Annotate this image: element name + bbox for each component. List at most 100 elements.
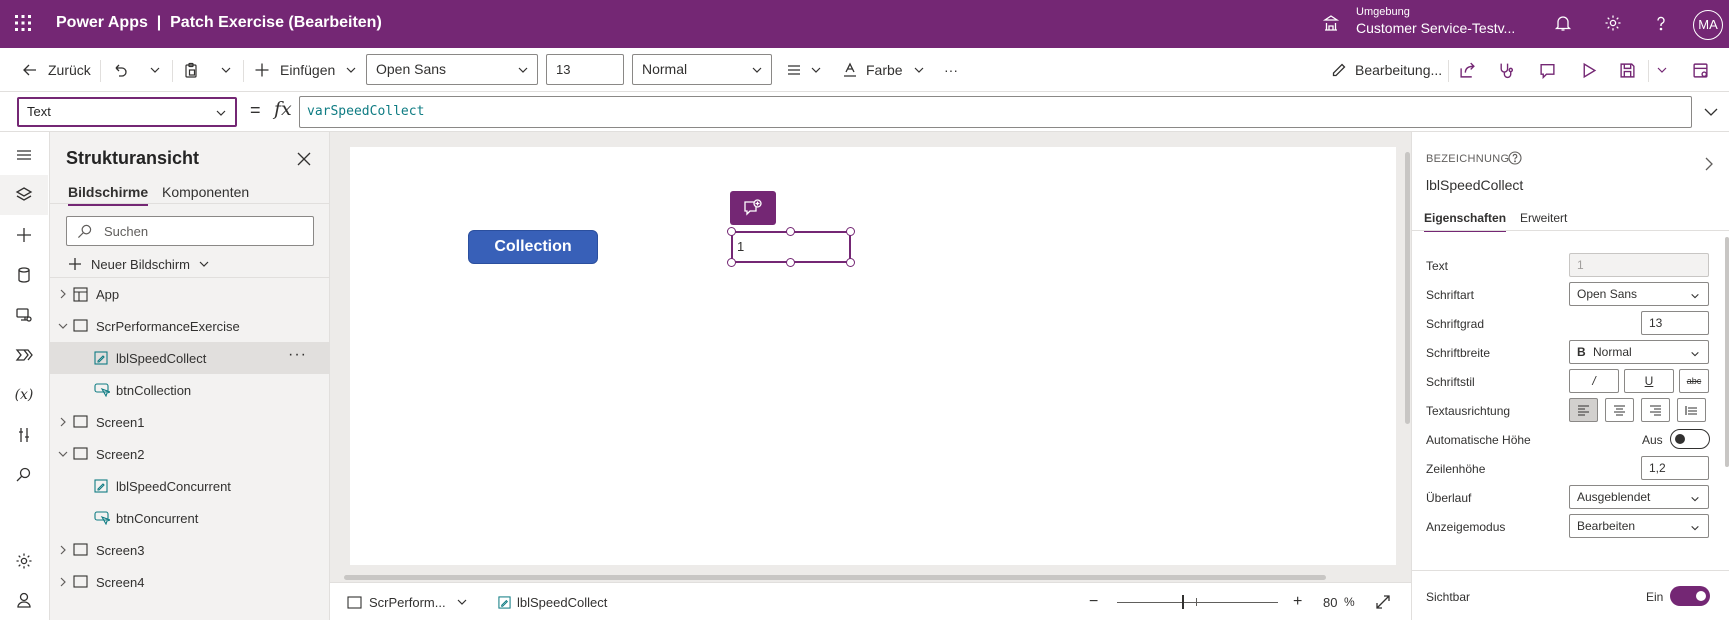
font-size-property-field[interactable]: 13 (1641, 311, 1709, 335)
tree-node-screen[interactable]: ScrPerformanceExercise (50, 310, 330, 342)
power-automate-icon[interactable] (0, 335, 48, 375)
italic-toggle[interactable]: / (1569, 369, 1619, 393)
align-justify-button[interactable] (1677, 398, 1706, 422)
chevron-right-icon[interactable] (58, 577, 68, 587)
control-breadcrumb[interactable]: lblSpeedCollect (498, 583, 607, 620)
share-button[interactable] (1459, 48, 1476, 92)
virtual-agent-icon[interactable] (0, 580, 48, 620)
strikethrough-toggle[interactable]: abc (1679, 369, 1709, 393)
font-weight-dropdown[interactable]: Normal (632, 54, 772, 85)
chevron-right-icon[interactable] (58, 289, 68, 299)
chevron-down-icon[interactable] (58, 321, 68, 331)
tree-node-app[interactable]: App (50, 278, 330, 310)
chevron-right-icon[interactable] (58, 417, 68, 427)
resize-handle[interactable] (846, 227, 855, 236)
save-dropdown[interactable] (1656, 48, 1668, 92)
line-height-property-field[interactable]: 1,2 (1641, 456, 1709, 480)
font-property-dropdown[interactable]: Open Sans (1569, 282, 1709, 306)
font-family-dropdown[interactable]: Open Sans (366, 54, 538, 85)
search-icon[interactable] (0, 455, 48, 495)
tree-search-input[interactable]: Suchen (66, 216, 314, 246)
tree-node-screen[interactable]: Screen4 (50, 566, 330, 598)
undo-dropdown[interactable] (149, 48, 161, 92)
align-left-button[interactable] (1569, 398, 1598, 422)
environment-value[interactable]: Customer Service-Testv... (1356, 20, 1515, 36)
insert-button[interactable]: Einfügen (254, 48, 357, 92)
tab-advanced[interactable]: Erweitert (1520, 211, 1567, 225)
media-icon[interactable] (0, 295, 48, 335)
preview-play-button[interactable] (1580, 48, 1597, 92)
align-center-button[interactable] (1605, 398, 1634, 422)
zoom-slider-thumb[interactable] (1182, 595, 1184, 609)
tab-properties[interactable]: Eigenschaften (1424, 211, 1507, 232)
advanced-tools-icon[interactable] (0, 415, 48, 455)
paste-button[interactable] (183, 48, 199, 92)
edit-mode-button[interactable]: Bearbeitung... (1331, 48, 1442, 92)
zoom-in-button[interactable]: + (1293, 583, 1302, 620)
variables-icon[interactable]: (x) (0, 375, 48, 415)
more-options-icon[interactable]: ··· (288, 346, 307, 364)
display-mode-property-dropdown[interactable]: Bearbeiten (1569, 514, 1709, 538)
screen-selector[interactable]: ScrPerform... (347, 583, 468, 620)
comments-button[interactable] (1539, 48, 1556, 92)
tree-node-label-control[interactable]: lblSpeedCollect ··· (50, 342, 330, 374)
fx-icon[interactable]: fx (274, 98, 292, 120)
resize-handle[interactable] (727, 227, 736, 236)
collection-button[interactable]: Collection (468, 230, 598, 264)
add-comment-button[interactable] (730, 191, 776, 225)
text-property-field[interactable]: 1 (1569, 253, 1709, 277)
visible-toggle[interactable] (1670, 586, 1710, 606)
tree-view-layers-icon[interactable] (0, 175, 48, 215)
properties-scrollbar[interactable] (1725, 237, 1729, 467)
more-commands-button[interactable]: ··· (944, 48, 958, 92)
hamburger-menu-icon[interactable] (0, 135, 48, 175)
color-button[interactable]: Farbe (842, 48, 925, 92)
chevron-down-icon[interactable] (58, 449, 68, 459)
insert-plus-icon[interactable] (0, 215, 48, 255)
font-weight-property-dropdown[interactable]: B Normal (1569, 340, 1709, 364)
tree-node-button-control[interactable]: btnConcurrent (50, 502, 330, 534)
align-right-button[interactable] (1641, 398, 1670, 422)
tree-node-screen[interactable]: Screen3 (50, 534, 330, 566)
tree-node-screen[interactable]: Screen2 (50, 438, 330, 470)
user-avatar[interactable]: MA (1693, 10, 1723, 40)
chevron-right-icon[interactable] (58, 545, 68, 555)
control-name[interactable]: lblSpeedCollect (1426, 177, 1523, 193)
close-icon[interactable] (297, 152, 311, 166)
overflow-property-dropdown[interactable]: Ausgeblendet (1569, 485, 1709, 509)
font-size-input[interactable]: 13 (546, 54, 624, 85)
undo-button[interactable] (112, 48, 128, 92)
back-button[interactable]: Zurück (22, 48, 91, 92)
tab-components[interactable]: Komponenten (162, 184, 249, 200)
app-checker-button[interactable] (1498, 48, 1515, 92)
fit-to-window-icon[interactable] (1375, 583, 1391, 620)
new-screen-button[interactable]: Neuer Bildschirm (68, 254, 210, 274)
zoom-out-button[interactable]: − (1089, 583, 1098, 620)
help-circle-icon[interactable] (1508, 151, 1522, 165)
underline-toggle[interactable]: U (1624, 369, 1674, 393)
notifications-bell-icon[interactable] (1554, 14, 1572, 32)
tree-node-screen[interactable]: Screen1 (50, 406, 330, 438)
data-cylinder-icon[interactable] (0, 255, 48, 295)
resize-handle[interactable] (727, 258, 736, 267)
environment-icon[interactable] (1322, 14, 1340, 32)
app-screen-canvas[interactable] (350, 147, 1396, 565)
resize-handle[interactable] (786, 258, 795, 267)
publish-button[interactable] (1692, 48, 1709, 92)
auto-height-toggle[interactable] (1670, 429, 1710, 449)
tree-node-label-control[interactable]: lblSpeedConcurrent (50, 470, 330, 502)
canvas-vertical-scrollbar[interactable] (1405, 152, 1410, 424)
canvas-horizontal-scrollbar[interactable] (344, 575, 1326, 580)
paste-dropdown[interactable] (220, 48, 232, 92)
settings-gear-icon[interactable] (0, 541, 48, 581)
collapse-pane-chevron-icon[interactable] (1703, 157, 1715, 171)
help-question-icon[interactable] (1652, 14, 1670, 32)
formula-input[interactable]: varSpeedCollect (299, 96, 1692, 128)
tree-node-button-control[interactable]: btnCollection (50, 374, 330, 406)
app-launcher-icon[interactable] (14, 14, 32, 32)
property-dropdown[interactable]: Text (17, 97, 237, 127)
align-dropdown[interactable] (786, 48, 822, 92)
settings-gear-icon[interactable] (1604, 14, 1622, 32)
resize-handle[interactable] (846, 258, 855, 267)
resize-handle[interactable] (786, 227, 795, 236)
